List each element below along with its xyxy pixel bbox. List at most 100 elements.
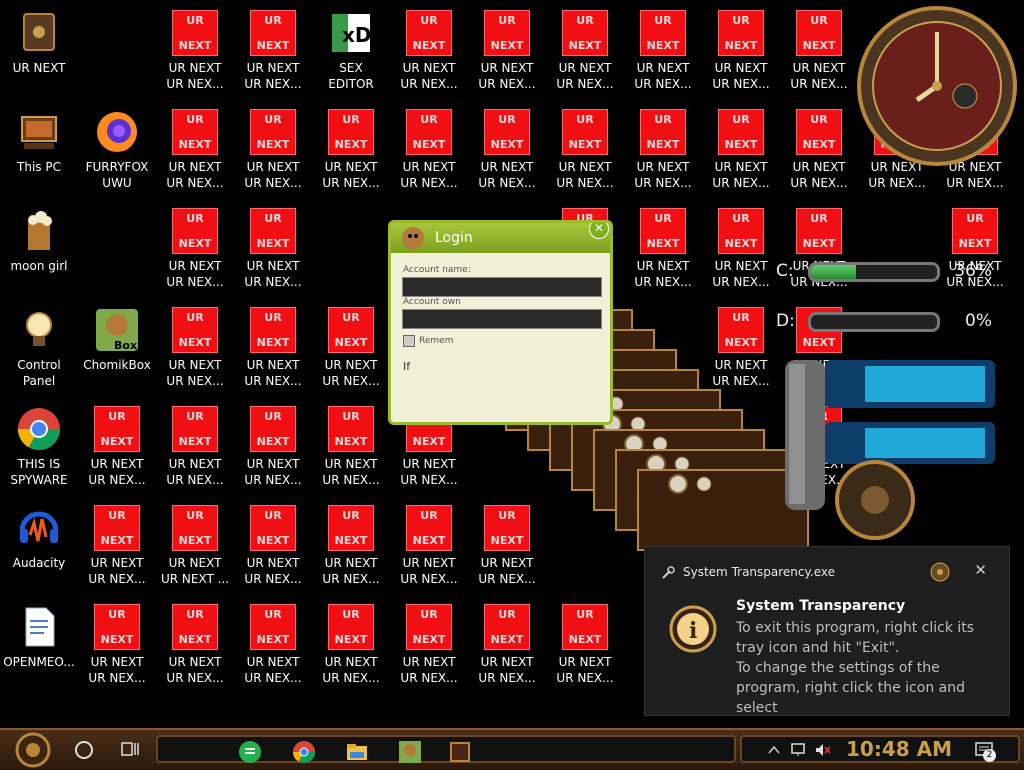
- login-titlebar[interactable]: Login: [391, 223, 610, 253]
- chevron-up-icon[interactable]: [766, 742, 782, 758]
- account-name-dropdown[interactable]: [402, 277, 602, 297]
- clock-time[interactable]: 10:48 AM: [846, 737, 952, 761]
- tile-bottom-text: NEXT: [724, 39, 758, 52]
- close-icon[interactable]: ✕: [589, 223, 609, 239]
- tile-bottom-text: NEXT: [334, 633, 368, 646]
- red-tile-icon: UR NEXT: [718, 208, 764, 254]
- ur-next-tile[interactable]: URNEXTUR NEXT UR NEX...: [234, 103, 312, 195]
- tile-bottom-text: NEXT: [802, 138, 836, 151]
- ur-next-tile[interactable]: UR NEXT UR NEXT UR NEXT ...: [156, 499, 234, 591]
- desktop-icon-this-pc[interactable]: This PC: [0, 103, 78, 195]
- close-icon[interactable]: ✕: [974, 561, 987, 579]
- ur-next-tile[interactable]: URNEXTUR NEXT UR NEX...: [156, 400, 234, 492]
- ur-next-tile[interactable]: URNEXTUR NEXT UR NEX...: [546, 4, 624, 96]
- chomikbox-icon[interactable]: [398, 740, 422, 764]
- desktop-icon-moon-girl[interactable]: moon girl: [0, 202, 78, 294]
- ur-next-tile[interactable]: URNEXTUR NEXT UR NEX...: [156, 4, 234, 96]
- ur-next-tile[interactable]: URNEXTUR NEXT UR NEX...: [78, 499, 156, 591]
- tile-bottom-text: NEXT: [724, 138, 758, 151]
- icon-label: UR NEXT UR NEXT ...: [160, 556, 230, 586]
- login-window[interactable]: Login ✕ Account name: Account own Remem …: [388, 220, 613, 425]
- ur-next-tile[interactable]: URNEXTUR NEXT UR NEX...: [702, 103, 780, 195]
- notification-toast[interactable]: System Transparency.exe ✕ i System Trans…: [644, 546, 1010, 716]
- ur-next-tile[interactable]: URNEXTUR NEXT UR NEX...: [468, 4, 546, 96]
- ur-next-tile[interactable]: URNEXTUR NEXT UR NEX...: [156, 301, 234, 393]
- tile-bottom-text: NEXT: [334, 435, 368, 448]
- ur-next-tile[interactable]: URNEXTUR NEXT UR NEX...: [780, 4, 858, 96]
- ur-next-tile[interactable]: URNEXTUR NEXT UR NEX...: [312, 103, 390, 195]
- icon-label: Control Panel: [17, 358, 61, 388]
- ur-next-tile[interactable]: URNEXTUR NEXT UR NEX...: [624, 4, 702, 96]
- tile-bottom-text: NEXT: [802, 39, 836, 52]
- ur-next-tile[interactable]: URNEXTUR NEXT UR NEX...: [234, 499, 312, 591]
- ur-next-tile[interactable]: URNEXTUR NEXT UR NEX...: [312, 499, 390, 591]
- red-tile-icon: UR NEXT: [250, 307, 296, 353]
- icon-label: UR NEXT UR NEX...: [244, 259, 302, 289]
- ur-next-tile[interactable]: URNEXTUR NEXT UR NEX...: [390, 103, 468, 195]
- tile-top-text: UR: [576, 14, 594, 27]
- tile-bottom-text: NEXT: [646, 237, 680, 250]
- icon-label: UR NEXT UR NEX...: [478, 61, 536, 91]
- ur-next-tile[interactable]: URNEXTUR NEXT UR NEX...: [702, 4, 780, 96]
- desktop-icon-openmeo[interactable]: OPENMEO...: [0, 598, 78, 690]
- ur-next-tile[interactable]: URNEXTUR NEXT UR NEX...: [546, 103, 624, 195]
- tile-top-text: UR: [810, 212, 828, 225]
- ur-next-tile[interactable]: URNEXTUR NEXT UR NEX...: [234, 301, 312, 393]
- tile-bottom-text: NEXT: [178, 435, 212, 448]
- ur-next-tile[interactable]: URNEXT UR NEXT UR NEX...: [234, 598, 312, 690]
- speaker-muted-icon[interactable]: [814, 742, 832, 758]
- icon-label: UR NEXT UR NEX...: [244, 655, 302, 685]
- tile-top-text: UR: [264, 509, 282, 522]
- desktop-icon-this-is-spyware[interactable]: THIS IS SPYWARE: [0, 400, 78, 492]
- start-button[interactable]: [10, 732, 56, 768]
- ur-next-tile[interactable]: URNEXTUR NEXT UR NEX...: [312, 598, 390, 690]
- search-icon[interactable]: [75, 741, 93, 759]
- ur-next-tile[interactable]: URNEXTUR NEXT UR NEX...: [624, 202, 702, 294]
- tile-bottom-text: NEXT: [100, 633, 134, 646]
- password-field[interactable]: [402, 309, 602, 329]
- desktop: UR NEXT xD SEX EDITOR This PC FURRYFOX U…: [0, 0, 1024, 728]
- task-view-icon[interactable]: [120, 739, 140, 759]
- steampunk-app-icon[interactable]: [448, 740, 472, 764]
- ur-next-tile[interactable]: URNEXTUR NEXT UR NEX...: [702, 202, 780, 294]
- ur-next-tile[interactable]: URNEXTUR NEXT UR NEX...: [312, 400, 390, 492]
- ur-next-tile[interactable]: URNEXTUR NEXT UR NEX...: [234, 4, 312, 96]
- desktop-icon-chomikbox[interactable]: Box ChomikBox: [78, 301, 156, 393]
- ur-next-tile[interactable]: URNEXTUR NEXT UR NEX...: [780, 103, 858, 195]
- ur-next-tile[interactable]: URNEXTUR NEXT UR NEX...: [468, 103, 546, 195]
- hxd-editor-icon: xD: [328, 10, 374, 56]
- ur-next-tile[interactable]: URNEXTUR NEXT UR NEX...: [156, 202, 234, 294]
- tile-top-text: UR: [966, 212, 984, 225]
- ur-next-tile[interactable]: URNEXTUR NEXT UR NEX...: [156, 598, 234, 690]
- chrome-icon[interactable]: [292, 740, 316, 764]
- ur-next-tile[interactable]: URNEXTUR NEXT UR NEX...: [468, 598, 546, 690]
- sheets-icon[interactable]: [238, 740, 262, 764]
- ur-next-tile[interactable]: URNEXT UR NEXT UR NEX...: [234, 202, 312, 294]
- ur-next-tile[interactable]: URNEXTUR NEXT UR NEX...: [546, 598, 624, 690]
- ur-next-tile[interactable]: URNEXTUR NEXT UR NEX...: [624, 103, 702, 195]
- icon-label: UR NEXT UR NEX...: [322, 556, 380, 586]
- ur-next-tile[interactable]: URNEXTUR NEXT UR NEX...: [390, 598, 468, 690]
- red-tile-icon: UR NEXT: [250, 604, 296, 650]
- desktop-icon-ur-next[interactable]: UR NEXT: [0, 4, 78, 96]
- ur-next-tile[interactable]: URNEXTUR NEXT UR NEX...: [78, 598, 156, 690]
- desktop-icon-audacity[interactable]: Audacity: [0, 499, 78, 591]
- desktop-icon-sex-editor[interactable]: xD SEX EDITOR: [312, 4, 390, 96]
- tile-top-text: UR: [420, 14, 438, 27]
- ur-next-tile[interactable]: URNEXTUR NEXT UR NEX...: [390, 4, 468, 96]
- file-explorer-icon[interactable]: [345, 740, 369, 764]
- icon-label: UR NEXT UR NEX...: [88, 556, 146, 586]
- network-icon[interactable]: [790, 742, 808, 758]
- remember-checkbox[interactable]: [403, 335, 415, 347]
- desktop-icon-control-panel[interactable]: Control Panel: [0, 301, 78, 393]
- tile-bottom-text: NEXT: [568, 633, 602, 646]
- desktop-icon-furryfox[interactable]: FURRYFOX UWU: [78, 103, 156, 195]
- icon-label: UR NEXT UR NEX...: [556, 61, 614, 91]
- red-tile-icon: UR NEXT: [718, 10, 764, 56]
- ur-next-tile[interactable]: URNEXTUR NEXT UR NEX...: [156, 103, 234, 195]
- ur-next-tile[interactable]: URNEXTUR NEXT UR NEX...: [234, 400, 312, 492]
- ur-next-tile[interactable]: URNEXTUR NEXT UR NEX...: [312, 301, 390, 393]
- red-tile-icon: UR NEXT: [250, 208, 296, 254]
- red-tile-icon: UR NEXT: [172, 406, 218, 452]
- ur-next-tile[interactable]: URNEXTUR NEXT UR NEX...: [78, 400, 156, 492]
